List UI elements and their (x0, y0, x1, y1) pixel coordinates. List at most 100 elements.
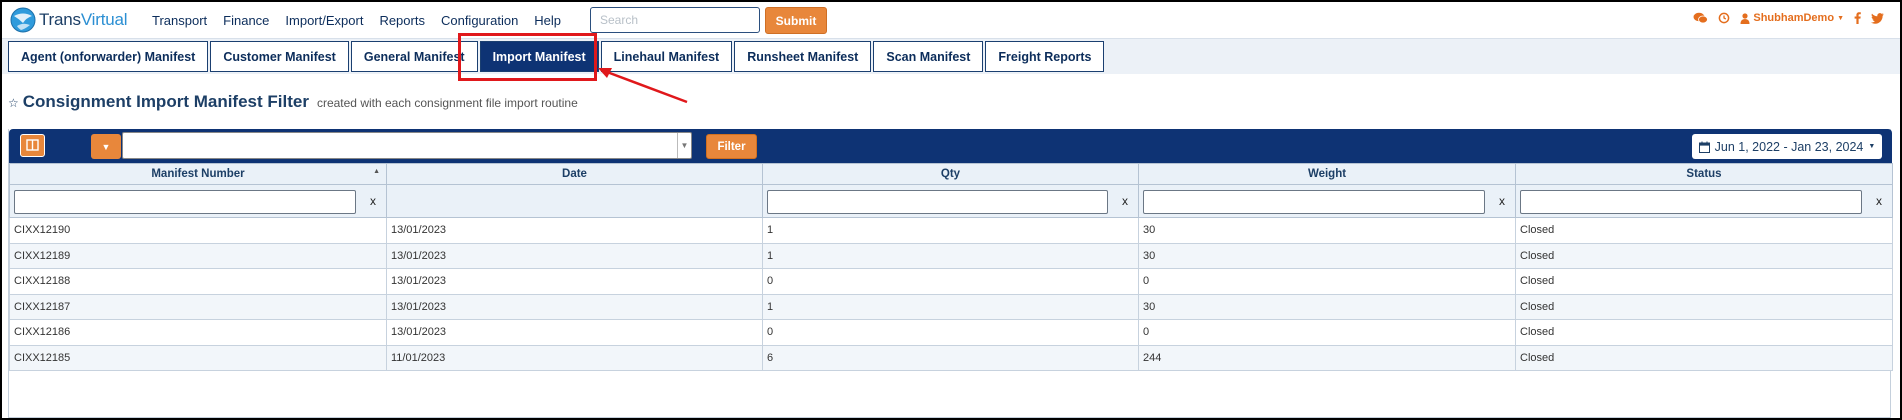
saved-filter-select[interactable]: ▼ (122, 132, 692, 159)
tab-freight-reports[interactable]: Freight Reports (985, 41, 1105, 72)
annotation-arrow-icon (598, 68, 688, 104)
cell-qty: 1 (762, 293, 1139, 320)
tab-scan-manifest[interactable]: Scan Manifest (873, 41, 984, 72)
weight-filter-input[interactable] (1143, 190, 1485, 214)
page-heading: ☆ Consignment Import Manifest Filter cre… (8, 92, 578, 112)
cell-weight: 30 (1138, 293, 1516, 320)
table-row[interactable]: CIXX12190 13/01/2023 1 30 Closed (9, 217, 1893, 244)
table-row[interactable]: CIXX12189 13/01/2023 1 30 Closed (9, 242, 1893, 269)
cell-date: 13/01/2023 (386, 217, 763, 244)
user-name: ShubhamDemo (1753, 12, 1835, 24)
menu-item-import-export[interactable]: Import/Export (285, 13, 363, 28)
caret-down-icon: ▼ (101, 141, 111, 152)
cell-qty: 6 (762, 344, 1139, 371)
table-row[interactable]: CIXX12185 11/01/2023 6 244 Closed (9, 344, 1893, 371)
cell-manifest-number: CIXX12185 (9, 344, 387, 371)
top-navbar: TransVirtual Transport Finance Import/Ex… (2, 2, 1900, 38)
tab-agent-manifest[interactable]: Agent (onforwarder) Manifest (8, 41, 209, 72)
column-filter-row: x x x x (9, 184, 1893, 218)
facebook-icon[interactable] (1854, 12, 1861, 24)
select-arrow-icon[interactable]: ▼ (677, 133, 691, 158)
user-icon (1740, 12, 1750, 24)
menu-item-finance[interactable]: Finance (223, 13, 269, 28)
user-tools: ShubhamDemo ▼ (1693, 12, 1884, 24)
filter-cell-date (386, 184, 763, 218)
cell-date: 13/01/2023 (386, 293, 763, 320)
page-title: Consignment Import Manifest Filter (22, 92, 309, 111)
twitter-icon[interactable] (1871, 12, 1884, 24)
cell-weight: 30 (1138, 242, 1516, 269)
grid-toolbar: ▼ ▼ Filter Jun 1, 2022 - Jan 23, 2024 ▼ (9, 129, 1892, 163)
date-range-picker[interactable]: Jun 1, 2022 - Jan 23, 2024 ▼ (1692, 134, 1882, 159)
search-input[interactable] (590, 7, 760, 33)
cell-manifest-number: CIXX12188 (9, 268, 387, 295)
menu-item-help[interactable]: Help (534, 13, 561, 28)
brand-name: TransVirtual (39, 10, 128, 30)
cell-date: 13/01/2023 (386, 242, 763, 269)
caret-down-icon: ▼ (1837, 14, 1844, 22)
cell-status: Closed (1515, 268, 1893, 295)
tab-customer-manifest[interactable]: Customer Manifest (210, 41, 349, 72)
column-chooser-button[interactable] (20, 134, 45, 157)
clear-x-icon[interactable]: x (1876, 194, 1882, 208)
favorite-star-icon[interactable]: ☆ (8, 96, 19, 110)
annotation-highlight-box (458, 33, 597, 81)
cell-date: 13/01/2023 (386, 319, 763, 346)
page-subtitle: created with each consignment file impor… (316, 96, 578, 110)
table-row[interactable]: CIXX12186 13/01/2023 0 0 Closed (9, 319, 1893, 346)
cell-status: Closed (1515, 319, 1893, 346)
clear-x-icon[interactable]: x (1122, 194, 1128, 208)
qty-filter-input[interactable] (767, 190, 1108, 214)
column-header-manifest-number[interactable]: Manifest Number ▲ (9, 163, 387, 185)
brand-name-part2: Virtual (80, 10, 128, 29)
globe-logo-icon (10, 7, 36, 33)
menu-item-transport[interactable]: Transport (152, 13, 207, 28)
column-header-label: Manifest Number (151, 168, 245, 180)
cell-date: 11/01/2023 (386, 344, 763, 371)
table-row[interactable]: CIXX12188 13/01/2023 0 0 Closed (9, 268, 1893, 295)
columns-icon (26, 139, 39, 151)
manifest-table: Manifest Number ▲ Date Qty Weight Status … (9, 163, 1893, 371)
cell-status: Closed (1515, 242, 1893, 269)
cell-qty: 0 (762, 319, 1139, 346)
sort-icon: ▲ (373, 168, 380, 175)
chat-icon[interactable] (1693, 12, 1709, 24)
cell-manifest-number: CIXX12189 (9, 242, 387, 269)
manifest-number-filter-input[interactable] (14, 190, 356, 214)
cell-status: Closed (1515, 344, 1893, 371)
clear-x-icon[interactable]: x (370, 194, 376, 208)
column-header-qty[interactable]: Qty (762, 163, 1139, 185)
cell-weight: 244 (1138, 344, 1516, 371)
clear-x-icon[interactable]: x (1499, 194, 1505, 208)
status-filter-input[interactable] (1520, 190, 1862, 214)
cell-manifest-number: CIXX12190 (9, 217, 387, 244)
saved-filter-dropdown-button[interactable]: ▼ (91, 134, 121, 159)
filter-cell-weight: x (1138, 184, 1516, 218)
user-menu[interactable]: ShubhamDemo ▼ (1740, 12, 1844, 24)
calendar-icon (1698, 141, 1710, 153)
manifest-tab-strip: Agent (onforwarder) Manifest Customer Ma… (2, 38, 1900, 74)
menu-item-configuration[interactable]: Configuration (441, 13, 518, 28)
cell-qty: 1 (762, 242, 1139, 269)
cell-manifest-number: CIXX12187 (9, 293, 387, 320)
submit-button[interactable]: Submit (765, 7, 827, 34)
brand-logo[interactable]: TransVirtual (10, 7, 128, 33)
table-row[interactable]: CIXX12187 13/01/2023 1 30 Closed (9, 293, 1893, 320)
filter-button[interactable]: Filter (706, 134, 757, 159)
cell-weight: 0 (1138, 319, 1516, 346)
cell-qty: 1 (762, 217, 1139, 244)
history-icon[interactable] (1718, 12, 1730, 24)
caret-down-icon: ▼ (1868, 143, 1876, 150)
main-menu: Transport Finance Import/Export Reports … (152, 13, 577, 28)
cell-status: Closed (1515, 217, 1893, 244)
filter-cell-status: x (1515, 184, 1893, 218)
cell-status: Closed (1515, 293, 1893, 320)
cell-weight: 30 (1138, 217, 1516, 244)
column-header-status[interactable]: Status (1515, 163, 1893, 185)
column-header-weight[interactable]: Weight (1138, 163, 1516, 185)
column-header-date[interactable]: Date (386, 163, 763, 185)
manifest-grid-panel: ▼ ▼ Filter Jun 1, 2022 - Jan 23, 2024 ▼ … (8, 129, 1893, 418)
cell-date: 13/01/2023 (386, 268, 763, 295)
menu-item-reports[interactable]: Reports (379, 13, 425, 28)
tab-runsheet-manifest[interactable]: Runsheet Manifest (734, 41, 872, 72)
